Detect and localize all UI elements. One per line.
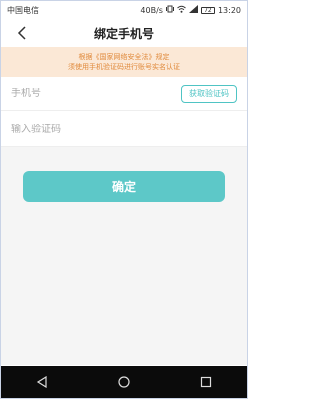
code-input[interactable] [11,124,237,135]
clock: 13:20 [217,5,241,15]
code-row [1,113,247,147]
nav-home-button[interactable] [114,372,134,392]
title-bar: 绑定手机号 [1,19,247,47]
battery-icon: 72 [200,6,215,14]
wifi-icon [177,5,186,15]
system-nav-bar [1,366,247,398]
nav-back-button[interactable] [32,372,52,392]
circle-home-icon [118,376,130,388]
nav-recents-button[interactable] [196,372,216,392]
phone-screen: 中国电信 40B/s 72 13:20 绑定手机号 根据《国家网络安全法》规定 … [0,0,248,399]
notice-line-2: 须使用手机验证码进行账号实名认证 [68,63,180,71]
carrier-label: 中国电信 [7,5,39,15]
triangle-back-icon [36,376,47,388]
get-code-button[interactable]: 获取验证码 [181,84,237,103]
square-recents-icon [200,376,212,388]
status-right: 40B/s 72 13:20 [140,5,241,15]
chevron-left-icon [17,26,26,40]
vibrate-icon [165,5,174,15]
status-bar: 中国电信 40B/s 72 13:20 [1,1,247,19]
phone-input[interactable] [11,88,181,99]
network-speed: 40B/s [140,5,163,15]
page-title: 绑定手机号 [93,26,154,41]
notice-line-1: 根据《国家网络安全法》规定 [78,53,170,61]
verification-notice: 根据《国家网络安全法》规定 须使用手机验证码进行账号实名认证 [1,47,247,77]
signal-icon [188,5,198,15]
phone-row: 获取验证码 [1,77,247,111]
confirm-button[interactable]: 确定 [23,171,225,202]
back-button[interactable] [13,24,31,42]
